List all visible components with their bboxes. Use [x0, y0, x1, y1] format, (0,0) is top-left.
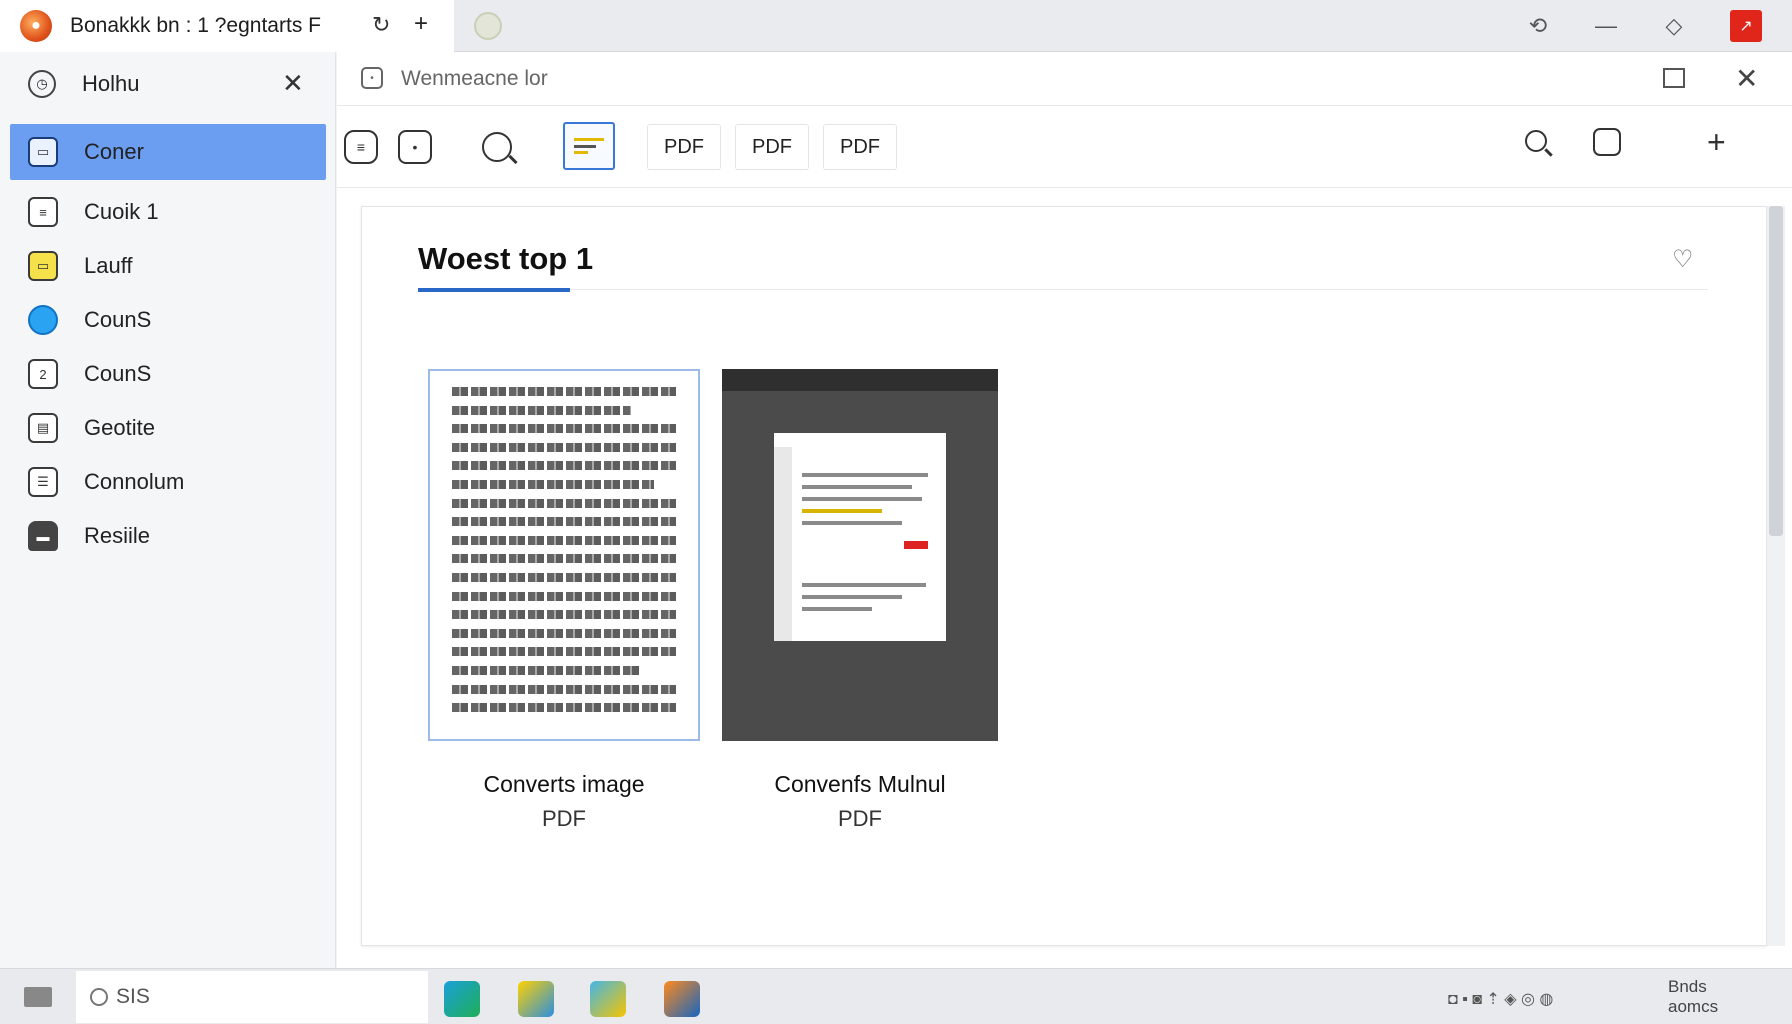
- tool-shield-button[interactable]: ≡: [337, 124, 385, 170]
- app-logo-icon: ●: [20, 10, 52, 42]
- page-icon: 2: [28, 359, 58, 389]
- lock-icon: •: [361, 67, 383, 89]
- card-title: Converts image: [483, 771, 645, 797]
- folder-icon: ▭: [28, 137, 58, 167]
- tool-highlight-button[interactable]: [563, 122, 615, 170]
- card-subtitle: PDF: [542, 806, 586, 831]
- clock[interactable]: Bnds aomcs: [1668, 977, 1718, 1017]
- inactive-tab-icon[interactable]: [474, 12, 502, 40]
- panel-title: Woest top 1: [418, 241, 594, 276]
- address-text: Wenmeacne lor: [401, 67, 548, 90]
- scrollbar[interactable]: [1767, 206, 1785, 946]
- page-dot-icon: •: [398, 130, 432, 164]
- start-icon[interactable]: [24, 987, 52, 1007]
- card-subtitle: PDF: [838, 806, 882, 831]
- sidebar-item-label: Lauff: [84, 253, 133, 278]
- sidebar-item-resiile[interactable]: ▬ Resiile: [10, 508, 326, 564]
- content-panel: Woest top 1 ♡ Converts image PDF Convenf…: [361, 206, 1767, 946]
- sidebar-header: ◷ Holhu ✕: [0, 52, 336, 116]
- history-icon: ◷: [28, 70, 56, 98]
- active-tab[interactable]: ● Bonakkk bn : 1 ?egntarts F ↻ +: [0, 0, 454, 52]
- pdf-button-3[interactable]: PDF: [823, 124, 897, 170]
- taskbar-search[interactable]: SIS: [76, 971, 428, 1023]
- active-tab-indicator: [418, 288, 570, 292]
- sidebar-item-couns-2[interactable]: 2 CounS: [10, 346, 326, 402]
- sidebar-item-label: CounS: [84, 307, 152, 332]
- file-card-1[interactable]: Converts image PDF: [428, 369, 700, 832]
- file-card-2[interactable]: Convenfs Mulnul PDF: [722, 369, 998, 832]
- shield-icon: ≡: [344, 130, 378, 164]
- pdf-button-1[interactable]: PDF: [647, 124, 721, 170]
- sidebar-item-connolum[interactable]: ☰ Connolum: [10, 454, 326, 510]
- sidebar-item-label: Connolum: [84, 469, 185, 494]
- app-icon-4[interactable]: [664, 981, 700, 1017]
- taskbar: SIS ◘ ▪ ◙ ⇡ ◈ ◎ ◍ Bnds aomcs: [0, 968, 1792, 1024]
- sidebar-close-icon[interactable]: ✕: [282, 68, 304, 99]
- sidebar-item-label: CounS: [84, 361, 152, 386]
- clock-line-1: Bnds: [1668, 977, 1707, 996]
- extensions-icon[interactable]: ⟲: [1520, 10, 1556, 42]
- sidebar-item-lauff[interactable]: ▭ Lauff: [10, 238, 326, 294]
- sidebar-item-couns-1[interactable]: CounS: [10, 292, 326, 348]
- minimize-icon[interactable]: —: [1588, 10, 1624, 42]
- share-icon[interactable]: [1413, 128, 1621, 156]
- note-icon: ▭: [28, 251, 58, 281]
- refresh-icon[interactable]: ↻: [372, 12, 390, 38]
- taskbar-search-text: SIS: [116, 985, 150, 1008]
- app-icon-1[interactable]: [444, 981, 480, 1017]
- sidebar-item-label: Geotite: [84, 415, 155, 440]
- close-icon[interactable]: ✕: [1735, 62, 1758, 95]
- document-thumbnail: [428, 369, 700, 741]
- sidebar-item-label: Resiile: [84, 523, 151, 548]
- pdf-button-2[interactable]: PDF: [735, 124, 809, 170]
- favorite-icon[interactable]: ♡: [1672, 245, 1694, 274]
- sidebar: ◷ Holhu ✕ ▭ Coner ≡ Cuoik 1 ▭ Lauff Coun…: [0, 52, 336, 968]
- calendar-icon: ≡: [28, 197, 58, 227]
- sidebar-item-label: Cuoik 1: [84, 199, 159, 224]
- maximize-icon[interactable]: [1663, 68, 1685, 88]
- app-icon-2[interactable]: [518, 981, 554, 1017]
- sidebar-title: Holhu: [82, 71, 140, 96]
- address-bar[interactable]: • Wenmeacne lor ✕: [337, 52, 1792, 106]
- new-tab-icon[interactable]: +: [414, 10, 428, 38]
- sidebar-item-geotite[interactable]: ▤ Geotite: [10, 400, 326, 456]
- window-close-button[interactable]: ↗: [1730, 10, 1762, 42]
- restore-icon[interactable]: ◇: [1656, 10, 1692, 42]
- tab-title: Bonakkk bn : 1 ?egntarts F: [70, 14, 321, 37]
- printer-icon: ▬: [28, 521, 58, 551]
- tool-zoom-button[interactable]: [473, 124, 521, 170]
- add-icon[interactable]: +: [1707, 124, 1726, 161]
- zoom-icon: [482, 132, 518, 165]
- tool-page-button[interactable]: •: [391, 124, 439, 170]
- sidebar-item-label: Coner: [84, 139, 144, 164]
- screenshot-thumbnail: [722, 369, 998, 741]
- scrollbar-thumb[interactable]: [1769, 206, 1783, 536]
- highlight-icon: [574, 137, 604, 155]
- sidebar-item-cuoik[interactable]: ≡ Cuoik 1: [10, 184, 326, 240]
- title-bar: ● Bonakkk bn : 1 ?egntarts F ↻ + ⟲ — ◇ ↗: [0, 0, 1792, 52]
- clipboard-icon: ▤: [28, 413, 58, 443]
- sidebar-item-coner[interactable]: ▭ Coner: [10, 124, 326, 180]
- tray-icons[interactable]: ◘ ▪ ◙ ⇡ ◈ ◎ ◍: [1448, 989, 1553, 1009]
- panel-divider: [418, 289, 1708, 290]
- card-title: Convenfs Mulnul: [774, 771, 946, 797]
- app-icon-3[interactable]: [590, 981, 626, 1017]
- toolbar: ≡ • PDF PDF PDF +: [337, 106, 1792, 188]
- main-pane: • Wenmeacne lor ✕ ≡ • PDF PDF PDF + Woes…: [337, 52, 1792, 968]
- clock-line-2: aomcs: [1668, 997, 1719, 1016]
- list-icon: ☰: [28, 467, 58, 497]
- circle-icon: [28, 305, 58, 335]
- search-icon: [90, 988, 108, 1006]
